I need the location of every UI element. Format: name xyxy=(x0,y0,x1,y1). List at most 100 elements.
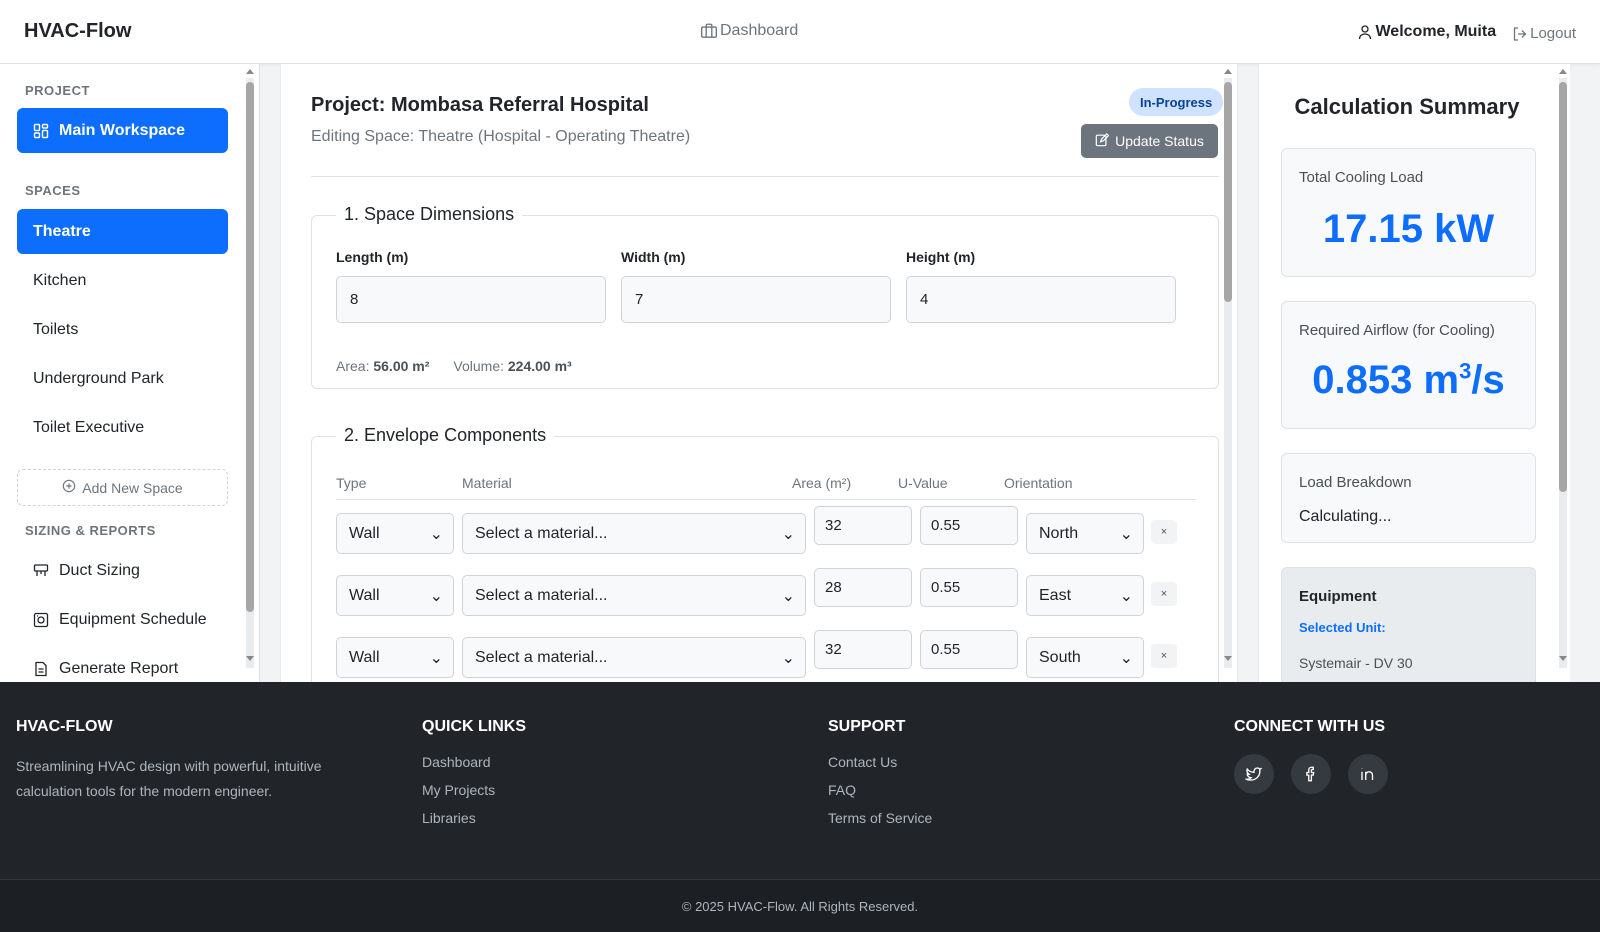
main-scroll-thumb[interactable] xyxy=(1224,82,1232,302)
chevron-down-icon: ⌄ xyxy=(429,649,443,667)
orientation-select[interactable]: North ⌄ xyxy=(1026,513,1144,554)
space-dimensions-section: 1. Space Dimensions Length (m) 8 Width (… xyxy=(311,204,1219,389)
footer-link-dashboard[interactable]: Dashboard xyxy=(422,754,526,770)
footer-link-faq[interactable]: FAQ xyxy=(828,782,932,798)
project-title: Project: Mombasa Referral Hospital xyxy=(311,94,649,116)
footer: HVAC-FLOW Streamlining HVAC design with … xyxy=(0,682,1600,932)
sidebar-item-toilets[interactable]: Toilets xyxy=(17,307,228,352)
area-readout: Area: 56.00 m² xyxy=(336,358,430,374)
airflow-label: Required Airflow (for Cooling) xyxy=(1299,322,1495,339)
remove-row-button[interactable]: × xyxy=(1151,520,1177,544)
footer-link-my-projects[interactable]: My Projects xyxy=(422,782,526,798)
sidebar-item-toilet-executive[interactable]: Toilet Executive xyxy=(17,405,228,450)
scroll-up-icon[interactable] xyxy=(246,69,254,74)
footer-link-terms[interactable]: Terms of Service xyxy=(828,810,932,826)
footer-connect-heading: CONNECT WITH US xyxy=(1234,718,1386,735)
scroll-down-icon[interactable] xyxy=(1224,656,1232,661)
selected-unit-value: Systemair - DV 30 xyxy=(1299,655,1413,671)
footer-brand-heading: HVAC-FLOW xyxy=(16,718,113,735)
height-label: Height (m) xyxy=(906,249,976,265)
remove-row-button[interactable]: × xyxy=(1151,644,1177,668)
summary-scrollbar[interactable] xyxy=(1559,78,1567,668)
length-label: Length (m) xyxy=(336,249,409,265)
airflow-value: 0.853 m3/s xyxy=(1312,358,1505,402)
sidebar-item-theatre[interactable]: Theatre xyxy=(17,209,228,254)
sidebar-item-generate-report[interactable]: Generate Report xyxy=(17,646,228,682)
uvalue-input[interactable]: 0.55 xyxy=(920,630,1018,669)
sidebar-scroll-thumb[interactable] xyxy=(246,82,254,612)
linkedin-icon[interactable] xyxy=(1348,754,1388,794)
orientation-select[interactable]: East ⌄ xyxy=(1026,575,1144,616)
sidebar-item-equipment-schedule[interactable]: Equipment Schedule xyxy=(17,597,228,642)
chevron-down-icon: ⌄ xyxy=(781,649,795,667)
sidebar: PROJECT Main Workspace SPACES Theatre Ki… xyxy=(0,64,260,682)
footer-copyright: © 2025 HVAC-Flow. All Rights Reserved. xyxy=(0,879,1600,932)
area-input[interactable]: 32 xyxy=(814,506,912,545)
user-icon xyxy=(1357,23,1373,41)
sidebar-item-kitchen[interactable]: Kitchen xyxy=(17,258,228,303)
material-select[interactable]: Select a material... ⌄ xyxy=(462,513,806,554)
add-space-button[interactable]: Add New Space xyxy=(17,469,228,506)
twitter-icon[interactable] xyxy=(1234,754,1274,794)
update-status-label: Update Status xyxy=(1115,133,1204,149)
grid-icon xyxy=(33,123,49,139)
height-input[interactable]: 4 xyxy=(906,276,1176,323)
footer-connect-column: CONNECT WITH US xyxy=(1234,718,1388,794)
scroll-up-icon[interactable] xyxy=(1224,69,1232,74)
material-select[interactable]: Select a material... ⌄ xyxy=(462,575,806,616)
uvalue-input[interactable]: 0.55 xyxy=(920,506,1018,545)
sidebar-item-label: Duct Sizing xyxy=(59,561,140,579)
dashboard-link-label: Dashboard xyxy=(720,22,799,40)
edit-icon xyxy=(1095,132,1110,150)
footer-support-heading: SUPPORT xyxy=(828,718,906,735)
welcome-text: Welcome, Muita xyxy=(1375,23,1497,41)
area-input[interactable]: 32 xyxy=(814,630,912,669)
user-menu[interactable]: Welcome, Muita xyxy=(1357,23,1496,41)
update-status-button[interactable]: Update Status xyxy=(1081,124,1218,158)
footer-link-contact[interactable]: Contact Us xyxy=(828,754,932,770)
material-select[interactable]: Select a material... ⌄ xyxy=(462,637,806,678)
dashboard-link[interactable]: Dashboard xyxy=(700,22,798,40)
chevron-down-icon: ⌄ xyxy=(429,525,443,543)
sidebar-item-underground-park[interactable]: Underground Park xyxy=(17,356,228,401)
sidebar-scrollbar[interactable] xyxy=(246,78,254,668)
add-space-label: Add New Space xyxy=(82,479,183,496)
scroll-down-icon[interactable] xyxy=(1559,656,1567,661)
uvalue-input[interactable]: 0.55 xyxy=(920,568,1018,607)
type-select[interactable]: Wall ⌄ xyxy=(336,637,454,678)
chevron-down-icon: ⌄ xyxy=(781,525,795,543)
facebook-icon[interactable] xyxy=(1291,754,1331,794)
sidebar-item-main-workspace[interactable]: Main Workspace xyxy=(17,108,228,153)
length-input[interactable]: 8 xyxy=(336,276,606,323)
column-header-uvalue: U-Value xyxy=(898,475,948,491)
logout-link[interactable]: Logout xyxy=(1512,25,1576,42)
chevron-down-icon: ⌄ xyxy=(1119,649,1133,667)
type-select[interactable]: Wall ⌄ xyxy=(336,513,454,554)
main-scrollbar[interactable] xyxy=(1224,78,1232,668)
equipment-label: Equipment xyxy=(1299,588,1377,605)
duct-icon xyxy=(33,563,49,579)
footer-link-libraries[interactable]: Libraries xyxy=(422,810,526,826)
scroll-down-icon[interactable] xyxy=(246,656,254,661)
footer-brand-column: HVAC-FLOW Streamlining HVAC design with … xyxy=(16,718,346,804)
footer-quick-links-heading: QUICK LINKS xyxy=(422,718,526,735)
editing-subtitle: Editing Space: Theatre (Hospital - Opera… xyxy=(311,128,691,145)
logout-label: Logout xyxy=(1530,25,1576,43)
scroll-up-icon[interactable] xyxy=(1559,69,1567,74)
type-select[interactable]: Wall ⌄ xyxy=(336,575,454,616)
width-input[interactable]: 7 xyxy=(621,276,891,323)
computed-dimensions: Area: 56.00 m² Volume: 224.00 m³ xyxy=(336,358,572,374)
summary-scroll-thumb[interactable] xyxy=(1559,82,1567,492)
main-panel: Project: Mombasa Referral Hospital Editi… xyxy=(280,64,1238,682)
chevron-down-icon: ⌄ xyxy=(1119,525,1133,543)
top-navbar: HVAC-Flow Dashboard Welcome, Muita Logou… xyxy=(0,0,1600,64)
remove-row-button[interactable]: × xyxy=(1151,582,1177,606)
logout-icon xyxy=(1512,25,1528,42)
area-input[interactable]: 28 xyxy=(814,568,912,607)
airflow-card: Required Airflow (for Cooling) 0.853 m3/… xyxy=(1281,301,1536,429)
orientation-select[interactable]: South ⌄ xyxy=(1026,637,1144,678)
calculation-summary-panel: Calculation Summary Total Cooling Load 1… xyxy=(1258,64,1570,682)
brand-logo[interactable]: HVAC-Flow xyxy=(24,20,131,43)
sidebar-item-duct-sizing[interactable]: Duct Sizing xyxy=(17,548,228,593)
selected-unit-label: Selected Unit: xyxy=(1299,620,1386,635)
